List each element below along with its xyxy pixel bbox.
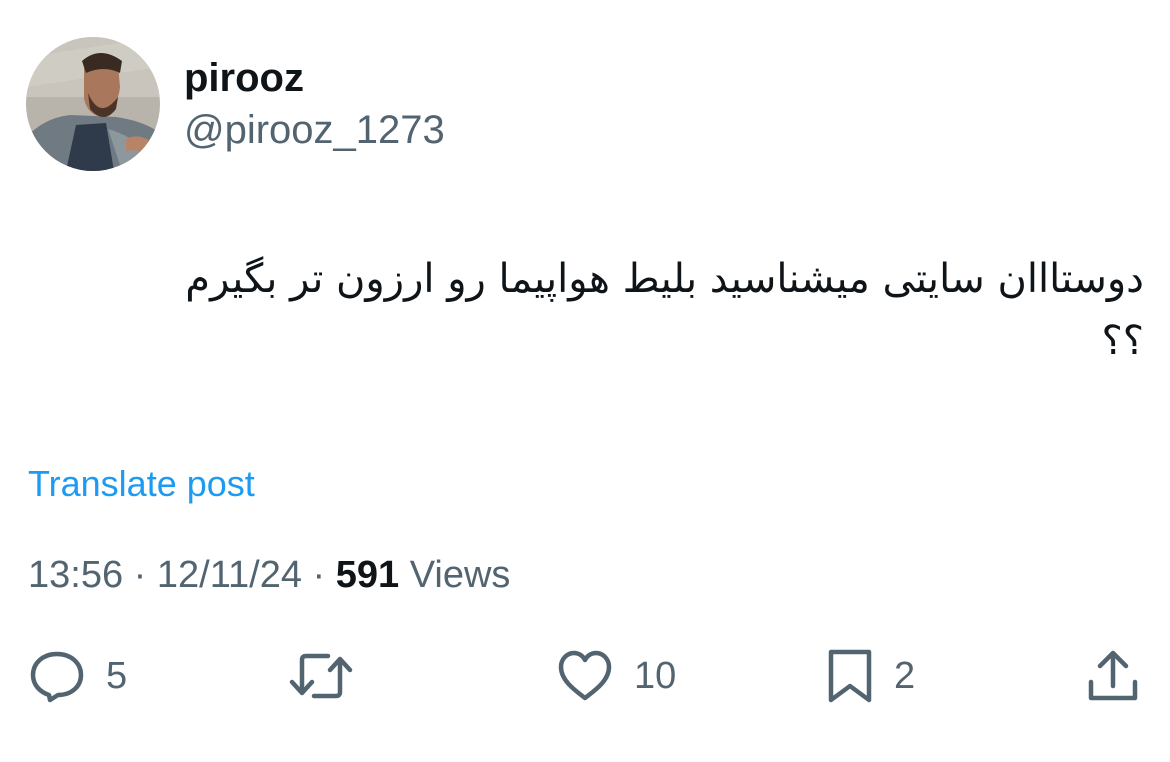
repost-icon [289, 653, 353, 699]
like-button[interactable]: 10 [556, 648, 676, 704]
bookmark-button[interactable]: 2 [826, 648, 915, 704]
post-text: دوستااان سایتی میشناسید بلیط هواپیما رو … [185, 256, 1144, 364]
reply-icon [30, 651, 84, 703]
avatar[interactable] [26, 37, 160, 171]
user-handle[interactable]: @pirooz_1273 [184, 106, 445, 154]
translate-post-link[interactable]: Translate post [28, 462, 255, 506]
avatar-photo [26, 37, 160, 171]
post-time[interactable]: 13:56 [28, 554, 123, 596]
meta-separator: · [312, 554, 326, 596]
bookmark-icon [828, 649, 872, 703]
meta-separator: · [133, 554, 147, 596]
like-icon [558, 650, 612, 701]
like-count: 10 [634, 655, 677, 697]
share-button[interactable] [1086, 648, 1140, 704]
repost-button[interactable] [288, 648, 374, 704]
share-icon [1088, 650, 1138, 701]
reply-count: 5 [106, 655, 128, 697]
reply-button[interactable]: 5 [28, 648, 127, 704]
post-date[interactable]: 12/11/24 [157, 554, 302, 596]
views-count: 591 [335, 554, 400, 596]
display-name[interactable]: pirooz [184, 54, 304, 102]
bookmark-count: 2 [894, 655, 916, 697]
post-meta: 13:56 · 12/11/24 · 591 Views [28, 552, 510, 598]
views-label: Views [409, 554, 511, 596]
